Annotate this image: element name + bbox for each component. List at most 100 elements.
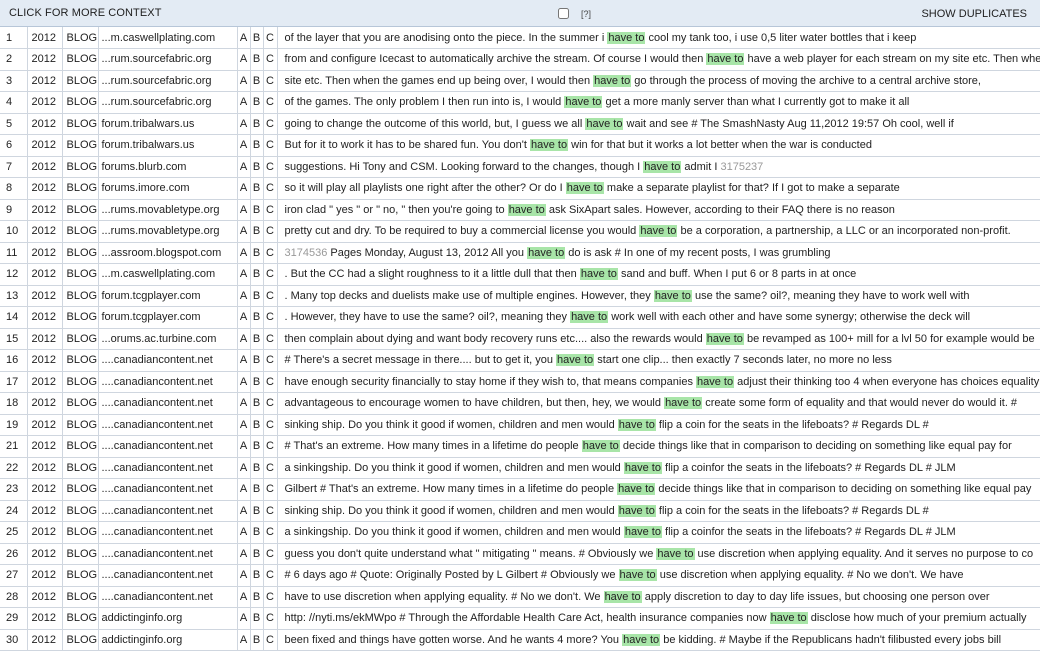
mark-c-button[interactable]: C [263,70,278,92]
mark-c-button[interactable]: C [263,134,278,157]
mark-a-button[interactable]: A [237,349,251,372]
mark-c-button[interactable]: C [263,586,278,608]
context-cell[interactable]: from and configure Icecast to automatica… [277,48,1040,71]
mark-a-button[interactable]: A [237,134,251,157]
mark-c-button[interactable]: C [263,392,278,415]
mark-a-button[interactable]: A [237,177,251,200]
mark-a-button[interactable]: A [237,113,251,135]
mark-b-button[interactable]: B [250,435,264,458]
source-link[interactable]: ....canadiancontent.net [98,371,238,393]
mark-a-button[interactable]: A [237,435,251,458]
source-link[interactable]: ....canadiancontent.net [98,478,238,501]
mark-c-button[interactable]: C [263,263,278,286]
source-link[interactable]: ....canadiancontent.net [98,457,238,479]
mark-b-button[interactable]: B [250,607,264,630]
source-link[interactable]: forum.tribalwars.us [98,113,238,135]
context-cell[interactable]: . But the CC had a slight roughness to i… [277,263,1040,286]
context-cell[interactable]: been fixed and things have gotten worse.… [277,629,1040,651]
mark-c-button[interactable]: C [263,113,278,135]
source-link[interactable]: ...m.caswellplating.com [98,263,238,286]
mark-c-button[interactable]: C [263,435,278,458]
mark-c-button[interactable]: C [263,521,278,544]
mark-c-button[interactable]: C [263,306,278,329]
mark-b-button[interactable]: B [250,371,264,393]
mark-c-button[interactable]: C [263,371,278,393]
context-cell[interactable]: then complain about dying and want body … [277,328,1040,350]
mark-a-button[interactable]: A [237,478,251,501]
source-link[interactable]: forums.blurb.com [98,156,238,178]
context-cell[interactable]: site etc. Then when the games end up bei… [277,70,1040,92]
mark-c-button[interactable]: C [263,91,278,114]
context-cell[interactable]: sinking ship. Do you think it good if wo… [277,414,1040,436]
mark-c-button[interactable]: C [263,349,278,372]
mark-b-button[interactable]: B [250,285,264,307]
context-cell[interactable]: so it will play all playlists one right … [277,177,1040,200]
mark-b-button[interactable]: B [250,263,264,286]
mark-c-button[interactable]: C [263,220,278,243]
context-cell[interactable]: guess you don't quite understand what " … [277,543,1040,565]
mark-c-button[interactable]: C [263,285,278,307]
context-cell[interactable]: advantageous to encourage women to have … [277,392,1040,415]
mark-b-button[interactable]: B [250,392,264,415]
select-all-checkbox[interactable] [558,8,569,19]
source-link[interactable]: ....canadiancontent.net [98,392,238,415]
context-cell[interactable]: have enough security financially to stay… [277,371,1040,393]
mark-b-button[interactable]: B [250,306,264,329]
source-link[interactable]: ....canadiancontent.net [98,543,238,565]
more-context-link[interactable]: CLICK FOR MORE CONTEXT [0,7,162,19]
source-link[interactable]: ...rum.sourcefabric.org [98,70,238,92]
mark-a-button[interactable]: A [237,156,251,178]
show-duplicates-link[interactable]: SHOW DUPLICATES [921,0,1027,27]
mark-c-button[interactable]: C [263,478,278,501]
context-cell[interactable]: But for it to work it has to be shared f… [277,134,1040,157]
mark-c-button[interactable]: C [263,27,278,49]
mark-a-button[interactable]: A [237,564,251,587]
mark-a-button[interactable]: A [237,586,251,608]
context-cell[interactable]: have to use discretion when applying equ… [277,586,1040,608]
mark-b-button[interactable]: B [250,48,264,71]
mark-c-button[interactable]: C [263,328,278,350]
source-link[interactable]: ....canadiancontent.net [98,586,238,608]
mark-a-button[interactable]: A [237,500,251,522]
source-link[interactable]: ...m.caswellplating.com [98,27,238,49]
source-link[interactable]: ...orums.ac.turbine.com [98,328,238,350]
context-cell[interactable]: 3174536 Pages Monday, August 13, 2012 Al… [277,242,1040,264]
mark-b-button[interactable]: B [250,177,264,200]
mark-b-button[interactable]: B [250,414,264,436]
mark-b-button[interactable]: B [250,328,264,350]
mark-a-button[interactable]: A [237,414,251,436]
source-link[interactable]: ...rum.sourcefabric.org [98,48,238,71]
mark-a-button[interactable]: A [237,27,251,49]
context-cell[interactable]: sinking ship. Do you think it good if wo… [277,500,1040,522]
source-link[interactable]: addictinginfo.org [98,629,238,651]
context-cell[interactable]: Gilbert # That's an extreme. How many ti… [277,478,1040,501]
mark-b-button[interactable]: B [250,27,264,49]
source-link[interactable]: forum.tcgplayer.com [98,285,238,307]
mark-b-button[interactable]: B [250,349,264,372]
mark-c-button[interactable]: C [263,242,278,264]
context-cell[interactable]: going to change the outcome of this worl… [277,113,1040,135]
mark-c-button[interactable]: C [263,607,278,630]
mark-b-button[interactable]: B [250,521,264,544]
mark-a-button[interactable]: A [237,521,251,544]
mark-b-button[interactable]: B [250,500,264,522]
mark-c-button[interactable]: C [263,629,278,651]
mark-a-button[interactable]: A [237,306,251,329]
context-cell[interactable]: suggestions. Hi Tony and CSM. Looking fo… [277,156,1040,178]
context-cell[interactable]: a sinkingship. Do you think it good if w… [277,521,1040,544]
mark-b-button[interactable]: B [250,629,264,651]
mark-b-button[interactable]: B [250,564,264,587]
mark-c-button[interactable]: C [263,199,278,221]
context-cell[interactable]: . However, they have to use the same? oi… [277,306,1040,329]
mark-b-button[interactable]: B [250,113,264,135]
context-cell[interactable]: # That's an extreme. How many times in a… [277,435,1040,458]
mark-a-button[interactable]: A [237,220,251,243]
mark-b-button[interactable]: B [250,70,264,92]
mark-c-button[interactable]: C [263,414,278,436]
mark-a-button[interactable]: A [237,457,251,479]
mark-b-button[interactable]: B [250,199,264,221]
source-link[interactable]: addictinginfo.org [98,607,238,630]
source-link[interactable]: ....canadiancontent.net [98,564,238,587]
mark-a-button[interactable]: A [237,91,251,114]
mark-b-button[interactable]: B [250,220,264,243]
